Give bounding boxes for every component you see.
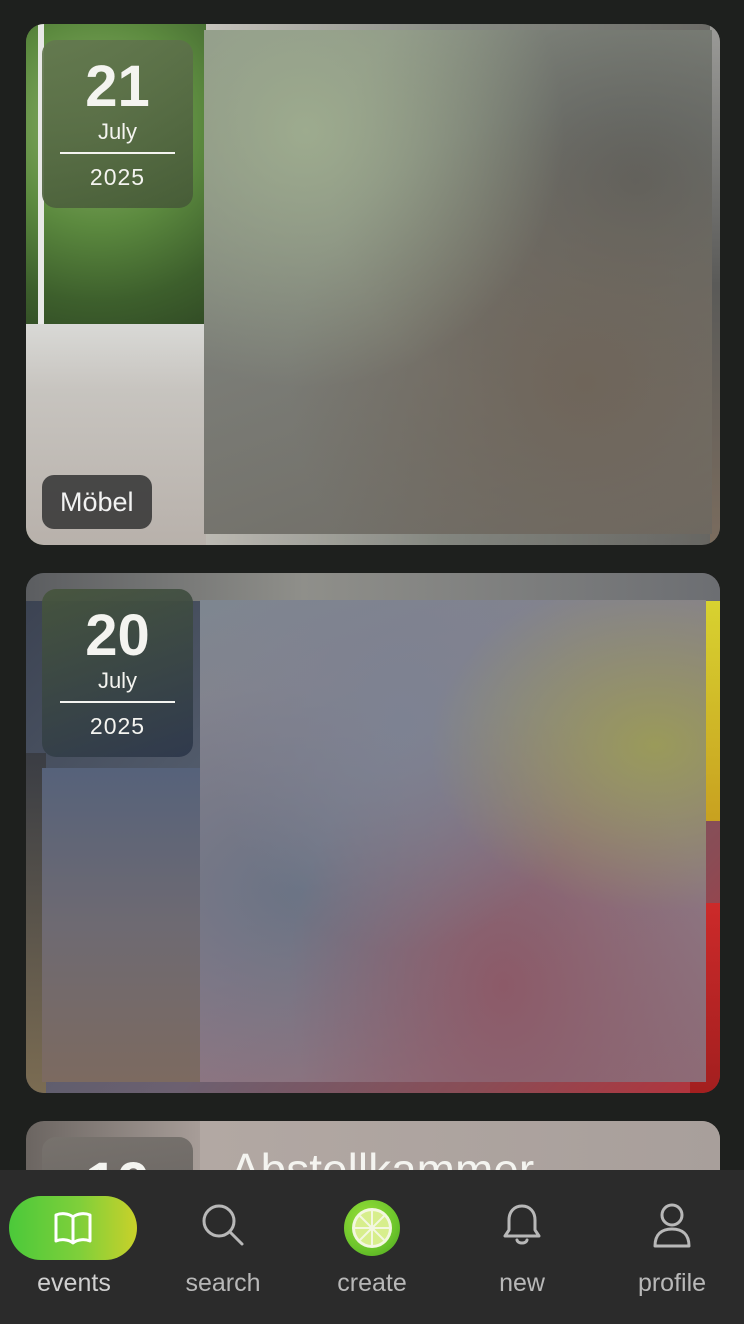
bottom-tab-bar: events search create new profile (0, 1170, 744, 1324)
event-feed[interactable]: 21 July 2025 Möbel 20 July 2025 19 Abste… (0, 0, 744, 1324)
date-day: 21 (85, 54, 150, 119)
book-icon (54, 1212, 92, 1245)
blurred-photo (200, 600, 706, 1082)
event-card[interactable]: 20 July 2025 (26, 573, 720, 1093)
tab-create[interactable]: create (298, 1170, 446, 1324)
active-tab-indicator (9, 1196, 137, 1260)
tab-label: search (185, 1269, 261, 1297)
tab-new[interactable]: new (448, 1170, 596, 1324)
date-badge: 21 July 2025 (42, 40, 193, 208)
date-day: 20 (85, 603, 150, 668)
tab-profile[interactable]: profile (598, 1170, 744, 1324)
tab-label: create (337, 1269, 407, 1297)
date-year: 2025 (89, 164, 146, 190)
date-month: July (97, 668, 138, 693)
bell-icon (503, 1204, 541, 1245)
tab-search[interactable]: search (149, 1170, 297, 1324)
date-divider (60, 701, 175, 703)
tab-label: events (37, 1269, 111, 1297)
date-year: 2025 (89, 713, 146, 739)
tab-label: new (499, 1269, 545, 1297)
tab-events[interactable]: events (0, 1170, 148, 1324)
date-badge: 20 July 2025 (42, 589, 193, 757)
blurred-photo (204, 30, 712, 534)
create-button[interactable] (344, 1200, 400, 1256)
date-divider (60, 152, 175, 154)
blurred-photo (42, 768, 200, 1082)
date-month: July (97, 119, 138, 144)
category-tag[interactable]: Möbel (42, 475, 152, 529)
person-icon (653, 1203, 691, 1248)
search-icon (202, 1204, 244, 1246)
event-card[interactable]: 21 July 2025 Möbel (26, 24, 720, 545)
tab-label: profile (637, 1269, 707, 1297)
lime-icon (352, 1208, 392, 1248)
